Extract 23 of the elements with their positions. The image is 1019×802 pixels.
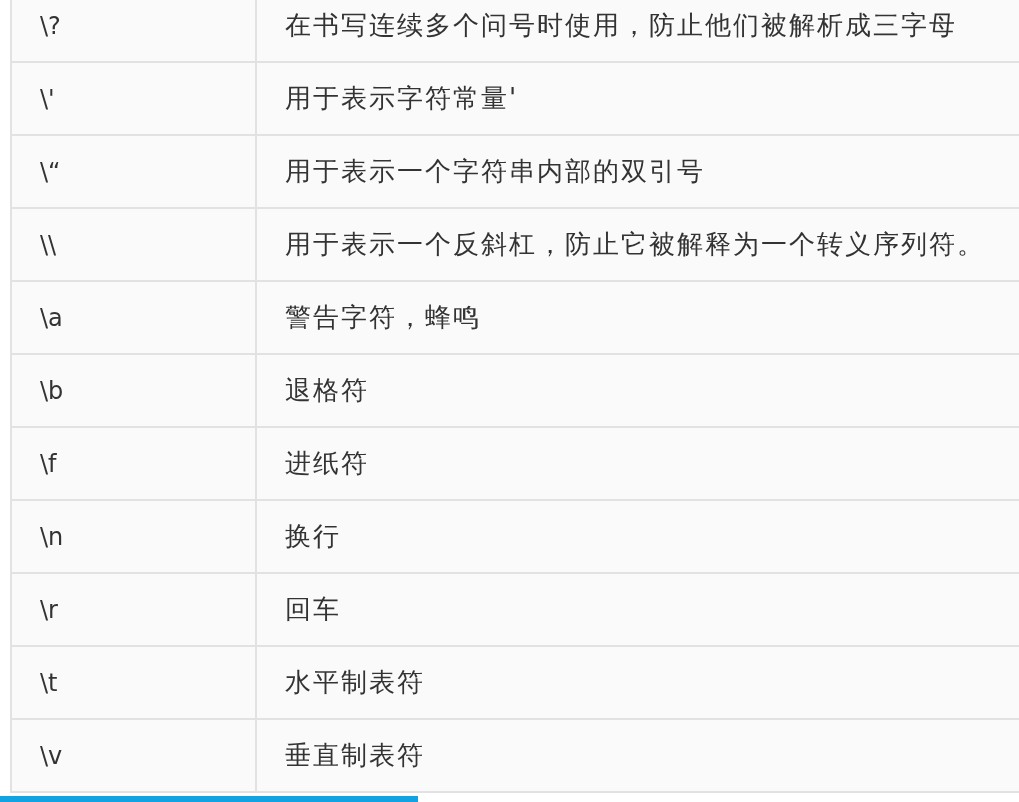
description-text: 进纸符 bbox=[285, 447, 369, 480]
description-text: 在书写连续多个问号时使用，防止他们被解析成三字母 bbox=[285, 9, 957, 42]
escape-sequence: \\ bbox=[40, 230, 57, 259]
escape-sequence: \? bbox=[40, 11, 61, 40]
description-text: 退格符 bbox=[285, 374, 369, 407]
escape-sequence: \b bbox=[40, 376, 64, 405]
description-text: 用于表示一个字符串内部的双引号 bbox=[285, 155, 705, 188]
escape-sequence: \a bbox=[40, 303, 63, 332]
description-text: 用于表示一个反斜杠，防止它被解释为一个转义序列符。 bbox=[285, 228, 985, 261]
escape-sequence: \“ bbox=[40, 157, 61, 186]
escape-sequence: \' bbox=[40, 84, 55, 113]
escape-sequence: \f bbox=[40, 449, 57, 478]
escape-sequence: \r bbox=[40, 595, 58, 624]
description-text: 用于表示字符常量' bbox=[285, 82, 519, 115]
description-text: 回车 bbox=[285, 593, 341, 626]
escape-sequence: \n bbox=[40, 522, 64, 551]
description-text: 警告字符，蜂鸣 bbox=[285, 301, 481, 334]
description-text: 垂直制表符 bbox=[285, 739, 425, 772]
description-text: 水平制表符 bbox=[285, 666, 425, 699]
escape-sequence: \t bbox=[40, 668, 58, 697]
escape-sequence: \v bbox=[40, 741, 63, 770]
progress-bar[interactable] bbox=[0, 796, 418, 802]
description-text: 换行 bbox=[285, 520, 341, 553]
